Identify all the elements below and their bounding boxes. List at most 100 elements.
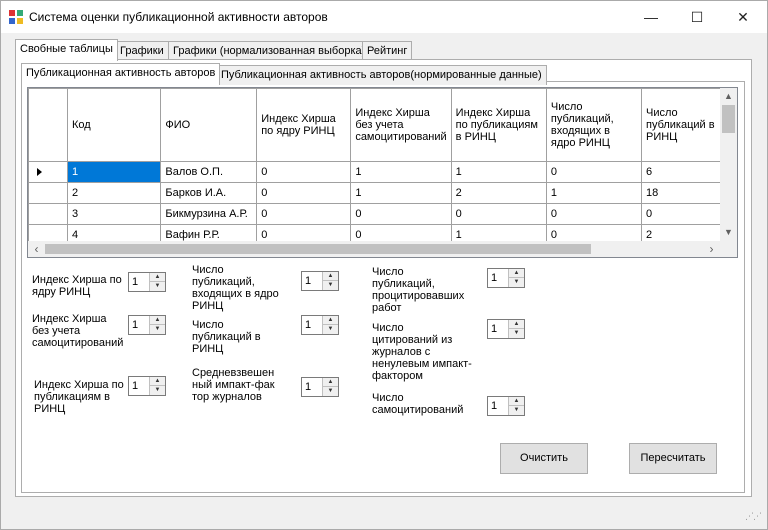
table-cell[interactable]: 0 <box>545 203 642 225</box>
h-pub-value: 1 <box>132 380 139 392</box>
stepper-down-icon[interactable]: ▼ <box>323 281 338 290</box>
column-header-pub-core[interactable]: Число публикаций, входящих в ядро РИНЦ <box>545 88 642 162</box>
tab-charts[interactable]: Графики <box>115 41 169 61</box>
tab-charts-normalized[interactable]: Графики (нормализованная выборка) <box>168 41 371 61</box>
column-header-code[interactable]: Код <box>66 88 162 162</box>
row-header[interactable] <box>28 161 68 183</box>
stepper-down-icon[interactable]: ▼ <box>150 325 165 334</box>
tab-free-tables[interactable]: Свобные таблицы <box>15 39 118 61</box>
scroll-right-icon[interactable]: › <box>703 241 720 257</box>
subtab-publication-activity-normalized[interactable]: Публикационная активность авторов(нормир… <box>216 65 547 85</box>
label-h-core: Индекс Хирша по ядру РИНЦ <box>32 274 122 298</box>
pub-rinc-stepper[interactable]: 1 ▲ ▼ <box>301 315 339 335</box>
h-core-stepper[interactable]: 1 ▲ ▼ <box>128 272 166 292</box>
self-citations-stepper[interactable]: 1 ▲ ▼ <box>487 396 525 416</box>
grid-vertical-scrollbar[interactable]: ▲ ▼ <box>720 88 737 241</box>
table-cell[interactable]: 1 <box>66 161 162 183</box>
table-cell[interactable]: 0 <box>256 203 352 225</box>
label-impact-factor: Средневзвешенный импакт-фактор журналов <box>192 367 275 403</box>
table-row[interactable]: 1 Валов О.П. 0 1 1 0 6 <box>28 161 737 183</box>
minimize-button[interactable]: — <box>628 1 674 33</box>
stepper-up-icon[interactable]: ▲ <box>323 378 338 387</box>
table-cell[interactable]: 0 <box>256 161 352 183</box>
stepper-up-icon[interactable]: ▲ <box>509 269 524 278</box>
clear-button[interactable]: Очистить <box>500 443 588 474</box>
cited-works-stepper[interactable]: 1 ▲ ▼ <box>487 268 525 288</box>
table-cell[interactable]: Валов О.П. <box>160 161 258 183</box>
grid-corner-header[interactable] <box>28 88 68 162</box>
table-cell[interactable]: 0 <box>450 203 547 225</box>
h-noself-value: 1 <box>132 319 139 331</box>
scroll-left-icon[interactable]: ‹ <box>28 241 45 257</box>
column-header-h-pub[interactable]: Индекс Хирша по публикациям в РИНЦ <box>450 88 547 162</box>
cited-works-value: 1 <box>491 272 498 284</box>
stepper-up-icon[interactable]: ▲ <box>509 397 524 406</box>
table-cell[interactable]: 1 <box>350 182 452 204</box>
scroll-up-icon[interactable]: ▲ <box>720 88 737 105</box>
pub-core-value: 1 <box>305 275 312 287</box>
stepper-up-icon[interactable]: ▲ <box>323 316 338 325</box>
table-cell[interactable]: 1 <box>350 161 452 183</box>
label-h-pub: Индекс Хирша по публикациям в РИНЦ <box>34 379 124 415</box>
stepper-down-icon[interactable]: ▼ <box>509 329 524 338</box>
table-cell[interactable]: 0 <box>256 182 352 204</box>
table-cell[interactable]: 2 <box>450 182 547 204</box>
label-self-citations: Число самоцитирований <box>372 392 464 416</box>
table-cell[interactable]: 0 <box>545 161 642 183</box>
stepper-up-icon[interactable]: ▲ <box>150 377 165 386</box>
pub-core-stepper[interactable]: 1 ▲ ▼ <box>301 271 339 291</box>
table-cell[interactable]: 0 <box>350 203 452 225</box>
app-grid-icon <box>9 10 23 24</box>
stepper-up-icon[interactable]: ▲ <box>150 273 165 282</box>
h-core-value: 1 <box>132 276 139 288</box>
authors-data-grid[interactable]: Код ФИО Индекс Хирша по ядру РИНЦ Индекс… <box>27 87 738 258</box>
stepper-down-icon[interactable]: ▼ <box>323 387 338 396</box>
scrollbar-corner <box>720 241 737 257</box>
main-window: Система оценки публикационной активности… <box>0 0 768 530</box>
vertical-scroll-thumb[interactable] <box>722 105 735 133</box>
stepper-up-icon[interactable]: ▲ <box>323 272 338 281</box>
close-button[interactable]: ✕ <box>720 1 766 33</box>
stepper-down-icon[interactable]: ▼ <box>150 386 165 395</box>
row-header[interactable] <box>28 182 68 204</box>
impact-factor-stepper[interactable]: 1 ▲ ▼ <box>301 377 339 397</box>
column-header-name[interactable]: ФИО <box>160 88 258 162</box>
table-cell[interactable]: 2 <box>66 182 162 204</box>
scroll-down-icon[interactable]: ▼ <box>720 224 737 241</box>
stepper-up-icon[interactable]: ▲ <box>509 320 524 329</box>
label-citations-nonzero: Число цитирований из журналов с ненулевы… <box>372 322 472 382</box>
stepper-down-icon[interactable]: ▼ <box>150 282 165 291</box>
table-cell[interactable]: 1 <box>450 161 547 183</box>
grid-horizontal-scrollbar[interactable]: ‹ › <box>28 241 720 257</box>
citations-nonzero-value: 1 <box>491 323 498 335</box>
column-header-h-noself[interactable]: Индекс Хирша без учета самоцитирований <box>350 88 452 162</box>
stepper-down-icon[interactable]: ▼ <box>509 406 524 415</box>
table-cell[interactable]: Бикмурзина А.Р. <box>160 203 258 225</box>
impact-factor-value: 1 <box>305 381 312 393</box>
h-noself-stepper[interactable]: 1 ▲ ▼ <box>128 315 166 335</box>
label-pub-core: Число публикаций, входящих в ядро РИНЦ <box>192 264 279 312</box>
stepper-up-icon[interactable]: ▲ <box>150 316 165 325</box>
resize-grip-icon[interactable]: ⋰⋰ <box>745 512 762 525</box>
table-row[interactable]: 2 Барков И.А. 0 1 2 1 18 <box>28 182 737 204</box>
table-cell[interactable]: 1 <box>545 182 642 204</box>
subtab-publication-activity[interactable]: Публикационная активность авторов <box>21 63 221 85</box>
label-cited-works: Число публикаций, процитировавших работ <box>372 266 465 314</box>
title-bar: Система оценки публикационной активности… <box>1 1 767 33</box>
column-header-h-core[interactable]: Индекс Хирша по ядру РИНЦ <box>256 88 352 162</box>
recalculate-button[interactable]: Пересчитать <box>629 443 717 474</box>
stepper-down-icon[interactable]: ▼ <box>323 325 338 334</box>
bottom-strip <box>1 507 767 529</box>
table-row[interactable]: 3 Бикмурзина А.Р. 0 0 0 0 0 <box>28 203 737 225</box>
label-h-noself: Индекс Хирша без учета самоцитирований <box>32 313 124 349</box>
window-title: Система оценки публикационной активности… <box>29 10 328 24</box>
row-header[interactable] <box>28 203 68 225</box>
citations-nonzero-stepper[interactable]: 1 ▲ ▼ <box>487 319 525 339</box>
horizontal-scroll-thumb[interactable] <box>45 244 591 254</box>
maximize-button[interactable]: ☐ <box>674 1 720 33</box>
table-cell[interactable]: 3 <box>66 203 162 225</box>
h-pub-stepper[interactable]: 1 ▲ ▼ <box>128 376 166 396</box>
tab-rating[interactable]: Рейтинг <box>362 41 413 61</box>
table-cell[interactable]: Барков И.А. <box>160 182 258 204</box>
stepper-down-icon[interactable]: ▼ <box>509 278 524 287</box>
